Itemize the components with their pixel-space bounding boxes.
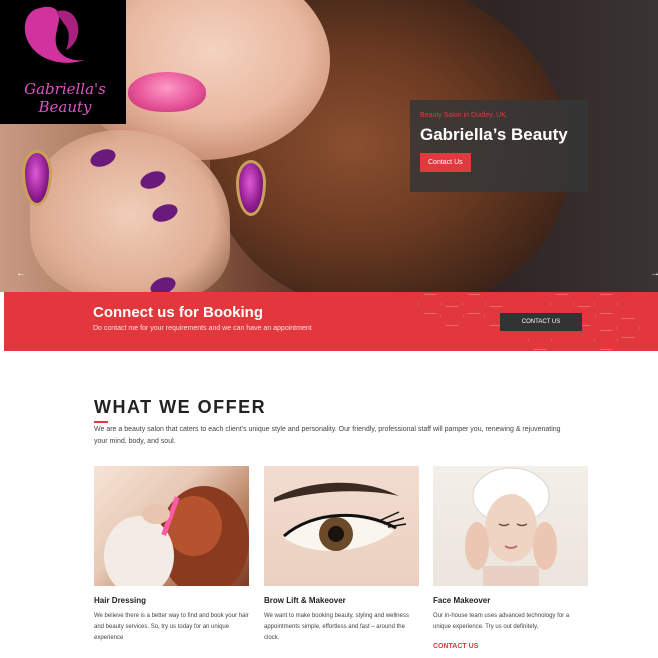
hex-pattern	[528, 330, 552, 350]
hex-pattern	[550, 294, 574, 314]
hex-pattern	[594, 330, 618, 350]
hero-image-lips	[128, 72, 206, 112]
service-description: We want to make booking beauty, styling …	[264, 613, 409, 641]
face-image-art	[465, 467, 557, 586]
hex-pattern	[440, 306, 464, 326]
hair-dressing-image	[94, 466, 249, 586]
service-description: We believe there is a better way to find…	[94, 613, 249, 641]
hero-contact-button[interactable]: Contact Us	[420, 153, 471, 172]
service-card: Hair Dressing We believe there is a bett…	[94, 466, 249, 644]
brow-lift-image	[264, 466, 419, 586]
hex-pattern	[616, 318, 640, 338]
eye-image-art	[274, 482, 407, 551]
booking-contact-button[interactable]: CONTACT US	[500, 313, 582, 331]
service-name: Brow Lift & Makeover	[264, 596, 346, 605]
service-card: Face Makeover Our in-house team uses adv…	[433, 466, 588, 650]
service-contact-link[interactable]: CONTACT US	[433, 643, 588, 650]
hero-caption-card: Beauty Salon in Dudley, UK Gabriella’s B…	[410, 100, 588, 192]
slider-next-arrow-icon[interactable]: →	[650, 268, 658, 279]
logo-text: Gabriella's Beauty	[24, 80, 106, 116]
service-card: Brow Lift & Makeover We want to make boo…	[264, 466, 419, 644]
service-description: Our in-house team uses advanced technolo…	[433, 613, 570, 630]
service-name: Hair Dressing	[94, 596, 147, 605]
booking-banner: Connect us for Booking Do contact me for…	[4, 292, 658, 351]
hex-pattern	[594, 294, 618, 314]
title-underline	[94, 421, 108, 423]
booking-heading: Connect us for Booking	[93, 304, 263, 321]
logo-woman-icon	[24, 6, 85, 63]
face-makeover-image	[433, 466, 588, 586]
service-name: Face Makeover	[433, 596, 491, 605]
hex-pattern	[462, 294, 486, 314]
booking-description: Do contact me for your requirements and …	[93, 325, 312, 332]
hero-subtitle: Beauty Salon in Dudley, UK	[420, 112, 506, 119]
slider-prev-arrow-icon[interactable]: ←	[16, 268, 26, 279]
hero-slider: Gabriella's Beauty Beauty Salon in Dudle…	[0, 0, 658, 292]
hex-pattern	[418, 294, 442, 314]
hero-title: Gabriella’s Beauty	[420, 125, 568, 144]
hair-image-art	[104, 486, 249, 586]
offer-section-title: WHAT WE OFFER	[94, 397, 267, 417]
site-logo[interactable]: Gabriella's Beauty	[0, 0, 126, 124]
offer-intro-text: We are a beauty salon that caters to eac…	[94, 426, 561, 445]
